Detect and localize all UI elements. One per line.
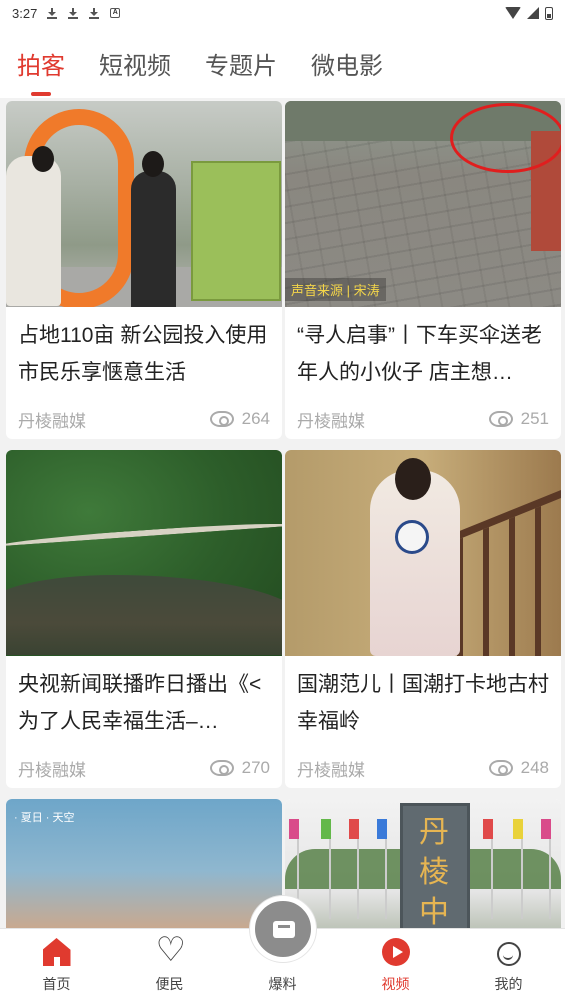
video-thumbnail: [6, 101, 282, 307]
monument-text: 丹棱中: [419, 815, 449, 928]
nav-video-label: 视频: [381, 976, 410, 992]
view-count-value: 270: [241, 758, 270, 777]
video-source: 丹棱融媒: [297, 760, 365, 780]
video-caption: · 夏日 · 天空: [14, 812, 75, 824]
video-source: 丹棱融媒: [18, 760, 86, 780]
view-count: 264: [209, 409, 270, 429]
mail-icon: [273, 921, 295, 938]
tab-feature-film[interactable]: 专题片: [205, 26, 277, 98]
view-count: 248: [488, 758, 549, 778]
video-title: “寻人启事”丨下车买伞送老年人的小伙子 店主想…: [297, 324, 542, 384]
eye-icon: [488, 760, 513, 776]
video-card[interactable]: 丹棱中: [285, 799, 561, 928]
video-title: 占地110亩 新公园投入使用 市民乐享惬意生活: [18, 324, 268, 384]
video-thumbnail: [285, 450, 561, 656]
eye-icon: [488, 411, 513, 427]
category-tabs: 拍客 短视频 专题片 微电影: [0, 26, 565, 98]
download-icon: [47, 8, 58, 19]
video-thumbnail: 声音来源 | 宋涛: [285, 101, 561, 307]
nav-profile[interactable]: 我的: [452, 929, 565, 1004]
home-icon: [42, 938, 71, 966]
view-count-value: 248: [520, 758, 549, 777]
download-icon: [89, 8, 100, 19]
report-button[interactable]: [250, 896, 316, 962]
download-icon: [68, 8, 79, 19]
nav-home[interactable]: 首页: [0, 929, 113, 1004]
nav-home-label: 首页: [42, 976, 71, 992]
video-meta: 丹棱融媒 264: [6, 399, 282, 439]
nav-services-label: 便民: [155, 976, 184, 992]
video-caption: 声音来源 | 宋涛: [285, 278, 386, 301]
video-meta: 丹棱融媒 270: [6, 748, 282, 788]
view-count-value: 264: [241, 409, 270, 428]
person-icon: [496, 942, 521, 966]
nav-services[interactable]: 便民: [113, 929, 226, 1004]
view-count: 251: [488, 409, 549, 429]
video-source: 丹棱融媒: [297, 411, 365, 431]
tab-paike[interactable]: 拍客: [17, 26, 65, 98]
video-card[interactable]: 央视新闻联播昨日播出《<为了人民幸福生活–… 丹棱融媒 270: [6, 450, 282, 788]
app-notification-icon: A: [110, 8, 121, 18]
nav-profile-label: 我的: [494, 976, 523, 992]
tab-short-video[interactable]: 短视频: [99, 26, 171, 98]
wifi-icon: [505, 7, 521, 19]
tab-micro-film[interactable]: 微电影: [311, 26, 383, 98]
video-thumbnail: [6, 450, 282, 656]
video-thumbnail: 丹棱中: [285, 799, 561, 928]
battery-icon: [545, 6, 553, 20]
video-meta: 丹棱融媒 248: [285, 748, 561, 788]
view-count-value: 251: [520, 409, 549, 428]
video-title: 国潮范儿丨国潮打卡地古村幸福岭: [297, 673, 549, 733]
eye-icon: [209, 760, 234, 776]
video-card[interactable]: · 夏日 · 天空: [6, 799, 282, 928]
signal-icon: [527, 7, 539, 19]
video-card[interactable]: 占地110亩 新公园投入使用 市民乐享惬意生活 丹棱融媒 264: [6, 101, 282, 439]
video-thumbnail: · 夏日 · 天空: [6, 799, 282, 928]
eye-icon: [209, 411, 234, 427]
video-card[interactable]: 声音来源 | 宋涛 “寻人启事”丨下车买伞送老年人的小伙子 店主想… 丹棱融媒 …: [285, 101, 561, 439]
nav-video[interactable]: 视频: [339, 929, 452, 1004]
status-time: 3:27: [12, 5, 38, 21]
status-bar: 3:27 A: [0, 0, 565, 26]
video-title: 央视新闻联播昨日播出《<为了人民幸福生活–…: [18, 673, 262, 733]
video-meta: 丹棱融媒 251: [285, 399, 561, 439]
video-source: 丹棱融媒: [18, 411, 86, 431]
play-icon: [381, 938, 410, 966]
status-indicators: [505, 6, 553, 20]
video-feed[interactable]: 占地110亩 新公园投入使用 市民乐享惬意生活 丹棱融媒 264 声音来源 | …: [0, 98, 565, 928]
video-card[interactable]: 国潮范儿丨国潮打卡地古村幸福岭 丹棱融媒 248: [285, 450, 561, 788]
heart-icon: [156, 930, 186, 970]
nav-report-label: 爆料: [268, 976, 297, 992]
view-count: 270: [209, 758, 270, 778]
